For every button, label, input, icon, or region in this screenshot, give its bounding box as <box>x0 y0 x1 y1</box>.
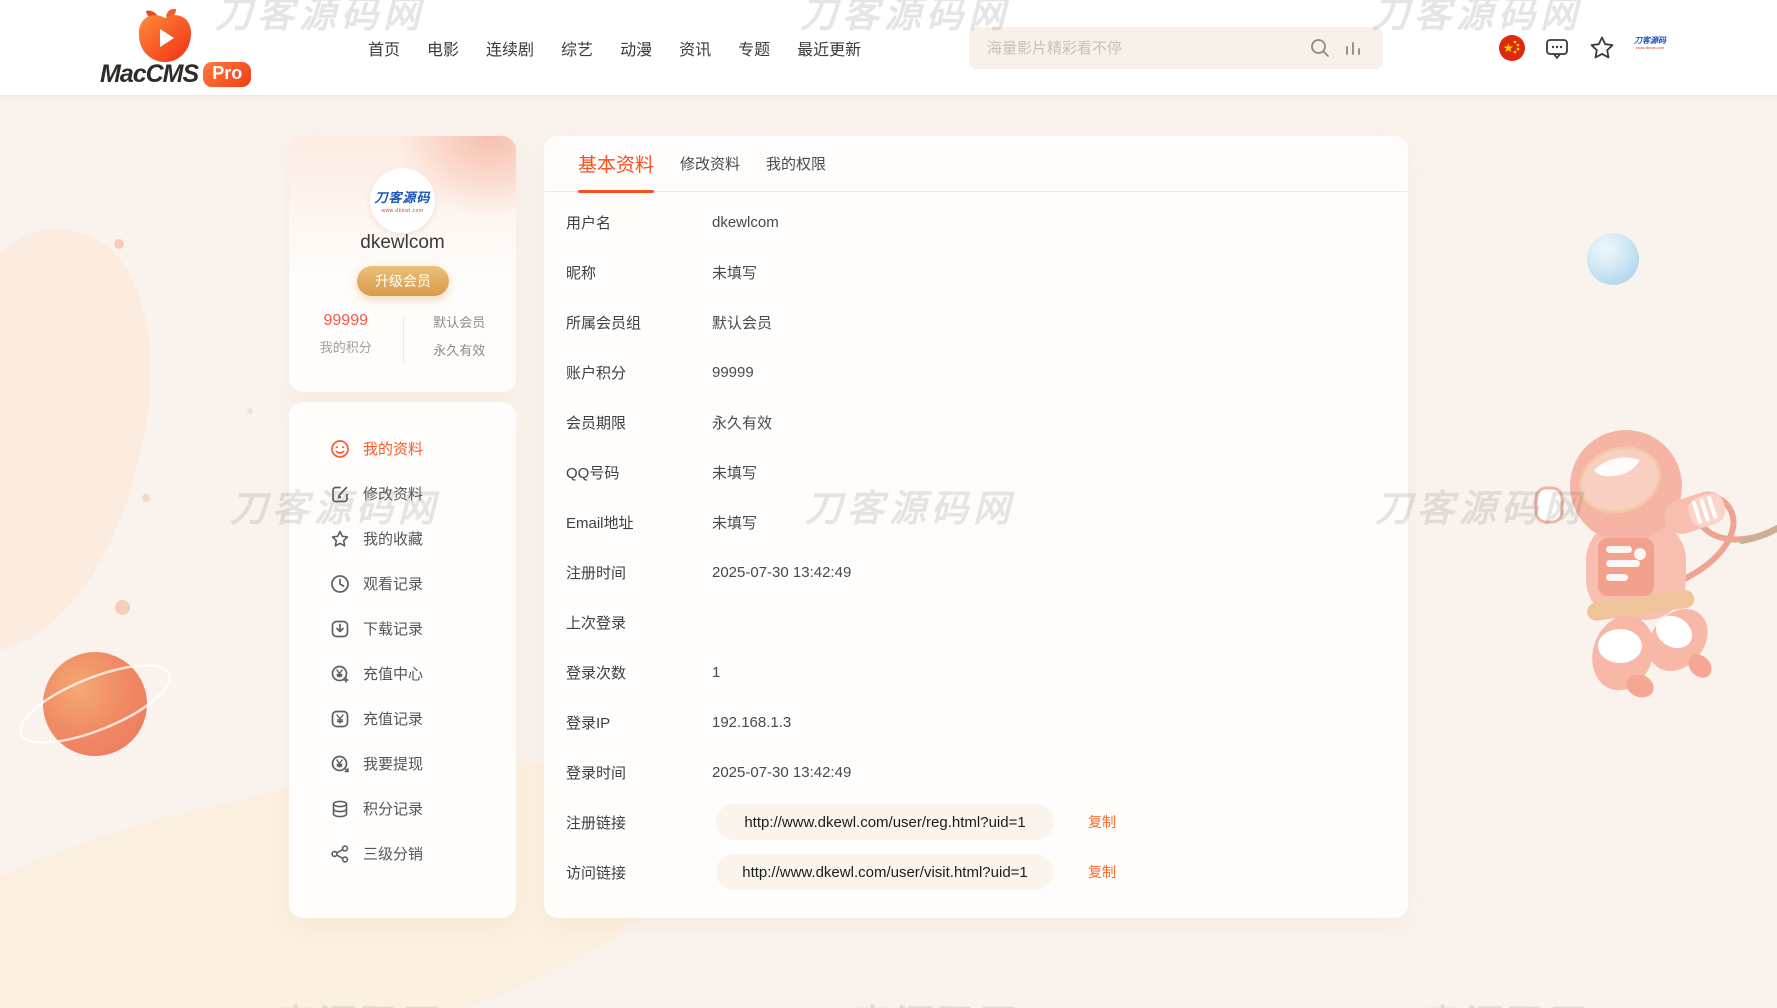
logo-name: MacCMS <box>100 60 198 89</box>
row-register-link: 注册链接 复制 <box>566 797 1408 847</box>
menu-item-points-history[interactable]: 积分记录 <box>289 786 516 831</box>
nav-item-news[interactable]: 资讯 <box>679 36 711 60</box>
download-icon <box>330 619 350 639</box>
row-email: Email地址 未填写 <box>566 497 1408 547</box>
sidebar-menu: 我的资料 修改资料 我的收藏 观看记录 <box>289 402 516 876</box>
clock-icon <box>330 574 350 594</box>
row-visit-link: 访问链接 复制 <box>566 847 1408 897</box>
decor-blob <box>0 202 192 678</box>
points-value: 99999 <box>289 312 403 330</box>
menu-item-recharge-history[interactable]: 充值记录 <box>289 696 516 741</box>
watermark: 刀客源码网 <box>228 993 438 1008</box>
upgrade-member-button[interactable]: 升级会员 <box>357 266 449 296</box>
logo-badge: Pro <box>203 62 251 87</box>
planet-illustration <box>18 626 188 786</box>
menu-item-recharge-center[interactable]: 充值中心 <box>289 651 516 696</box>
row-account-points: 账户积分 99999 <box>566 347 1408 397</box>
row-member-group: 所属会员组 默认会员 <box>566 297 1408 347</box>
copy-visit-link-button[interactable]: 复制 <box>1088 862 1116 882</box>
decor-dot <box>142 494 150 502</box>
page: MacCMS Pro 首页 电影 连续剧 综艺 动漫 资讯 专题 最近更新 <box>0 0 1777 1008</box>
menu-item-edit-profile[interactable]: 修改资料 <box>289 471 516 516</box>
maccms-apple-icon <box>136 8 194 64</box>
row-login-time: 登录时间 2025-07-30 13:42:49 <box>566 747 1408 797</box>
nav-item-movies[interactable]: 电影 <box>427 36 459 60</box>
ranking-bars-icon[interactable] <box>1343 37 1363 59</box>
smiley-profile-icon <box>330 439 350 459</box>
user-stats: 99999 我的积分 默认会员 永久有效 <box>289 312 516 359</box>
star-icon <box>330 529 350 549</box>
watermark: 刀客源码网 <box>1375 993 1585 1008</box>
points-label: 我的积分 <box>289 337 403 356</box>
tab-my-permissions[interactable]: 我的权限 <box>766 136 826 192</box>
row-nickname: 昵称 未填写 <box>566 247 1408 297</box>
yen-withdraw-icon <box>330 754 350 774</box>
membership-column: 默认会员 永久有效 <box>403 312 517 359</box>
menu-item-withdraw[interactable]: 我要提现 <box>289 741 516 786</box>
nav-item-topics[interactable]: 专题 <box>738 36 770 60</box>
site-logo[interactable]: MacCMS Pro <box>100 4 250 92</box>
menu-item-distribution[interactable]: 三级分销 <box>289 831 516 876</box>
tab-basic-info[interactable]: 基本资料 <box>578 136 654 192</box>
profile-detail-card: 基本资料 修改资料 我的权限 用户名 dkewlcom 昵称 未填写 所属会员组… <box>544 136 1408 918</box>
nav-item-series[interactable]: 连续剧 <box>486 36 534 60</box>
messages-icon[interactable] <box>1543 34 1571 62</box>
search-icon[interactable] <box>1309 37 1331 59</box>
row-last-login: 上次登录 <box>566 597 1408 647</box>
tab-edit-profile[interactable]: 修改资料 <box>680 136 740 192</box>
menu-item-watch-history[interactable]: 观看记录 <box>289 561 516 606</box>
profile-rows: 用户名 dkewlcom 昵称 未填写 所属会员组 默认会员 账户积分 9999… <box>544 192 1408 897</box>
visit-link-field[interactable] <box>716 854 1054 890</box>
row-login-count: 登录次数 1 <box>566 647 1408 697</box>
edit-square-icon <box>330 484 350 504</box>
yen-circle-plus-icon <box>330 664 350 684</box>
row-register-time: 注册时间 2025-07-30 13:42:49 <box>566 547 1408 597</box>
sidebar-menu-card: 我的资料 修改资料 我的收藏 观看记录 <box>289 402 516 918</box>
language-flag-icon[interactable]: ★ <box>1498 34 1526 62</box>
main-nav: 首页 电影 连续剧 综艺 动漫 资讯 专题 最近更新 <box>368 0 861 96</box>
row-member-term: 会员期限 永久有效 <box>566 397 1408 447</box>
nav-item-variety[interactable]: 综艺 <box>561 36 593 60</box>
favorites-star-icon[interactable] <box>1588 34 1616 62</box>
menu-item-my-profile[interactable]: 我的资料 <box>289 426 516 471</box>
nav-item-anime[interactable]: 动漫 <box>620 36 652 60</box>
decor-dot <box>247 408 253 414</box>
yen-square-icon <box>330 709 350 729</box>
search-bar <box>969 27 1383 69</box>
database-icon <box>330 799 350 819</box>
register-link-field[interactable] <box>716 804 1054 840</box>
dkewl-logo-icon[interactable]: 刀客源码 www.dkewl.com <box>1633 37 1667 59</box>
decor-dot <box>115 600 130 615</box>
decor-dot <box>114 239 124 249</box>
astronaut-illustration <box>1528 408 1777 698</box>
member-group: 默认会员 <box>403 312 517 331</box>
nav-item-recent[interactable]: 最近更新 <box>797 36 861 60</box>
share-nodes-icon <box>330 844 350 864</box>
svg-text:★: ★ <box>1503 41 1514 55</box>
points-column: 99999 我的积分 <box>289 312 403 359</box>
avatar[interactable]: 刀客源码 www.dkewl.com <box>370 168 435 233</box>
row-qq-number: QQ号码 未填写 <box>566 447 1408 497</box>
user-profile-card: 刀客源码 www.dkewl.com dkewlcom 升级会员 99999 我… <box>289 136 516 392</box>
watermark: 刀客源码网 <box>805 993 1015 1008</box>
username: dkewlcom <box>289 232 516 254</box>
row-login-ip: 登录IP 192.168.1.3 <box>566 697 1408 747</box>
profile-tabs: 基本资料 修改资料 我的权限 <box>545 136 1407 192</box>
decor-moon <box>1587 233 1639 285</box>
copy-register-link-button[interactable]: 复制 <box>1088 812 1116 832</box>
header: MacCMS Pro 首页 电影 连续剧 综艺 动漫 资讯 专题 最近更新 <box>0 0 1777 96</box>
member-validity: 永久有效 <box>403 340 517 359</box>
row-username: 用户名 dkewlcom <box>566 197 1408 247</box>
stats-divider <box>403 318 404 362</box>
menu-item-favorites[interactable]: 我的收藏 <box>289 516 516 561</box>
menu-item-download-history[interactable]: 下载记录 <box>289 606 516 651</box>
header-actions: ★ 刀客源码 www.dkewl.com <box>1498 0 1667 96</box>
nav-item-home[interactable]: 首页 <box>368 36 400 60</box>
